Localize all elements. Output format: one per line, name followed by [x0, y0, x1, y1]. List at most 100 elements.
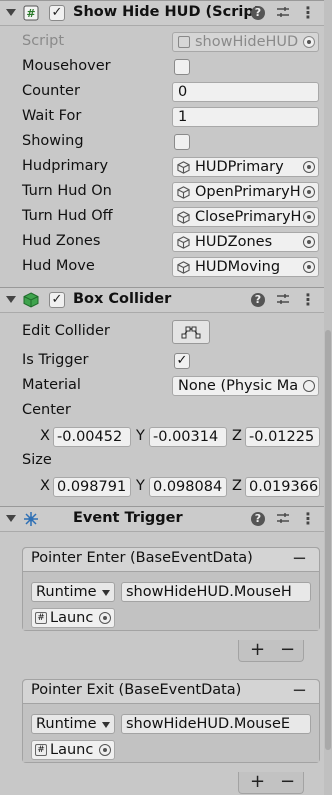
- material-label: Material: [22, 377, 81, 393]
- scrollbar-thumb[interactable]: [325, 330, 331, 750]
- kebab-menu-icon[interactable]: ⋮: [300, 292, 316, 308]
- wait-for-label: Wait For: [22, 108, 82, 124]
- gameobject-cube-icon: [177, 261, 190, 274]
- object-picker-icon[interactable]: [303, 186, 315, 198]
- script-hash-icon: #: [35, 612, 47, 624]
- hudprimary-field[interactable]: HUDPrimary: [172, 157, 319, 177]
- gameobject-cube-icon: [177, 236, 190, 249]
- target-object-field[interactable]: # Launc: [31, 608, 115, 628]
- help-icon[interactable]: ?: [251, 6, 265, 20]
- size-y-input[interactable]: 0.098084: [149, 477, 227, 497]
- center-x-label: X: [40, 428, 50, 444]
- object-picker-icon[interactable]: [303, 236, 315, 248]
- script-field: showHideHUD: [172, 32, 319, 52]
- size-x-label: X: [40, 478, 50, 494]
- turn-hud-on-field[interactable]: OpenPrimaryH: [172, 182, 319, 202]
- remove-event-button[interactable]: −: [292, 680, 307, 701]
- hud-zones-label: Hud Zones: [22, 233, 101, 249]
- center-y-input[interactable]: -0.00314: [149, 427, 227, 447]
- remove-event-button[interactable]: −: [292, 548, 307, 569]
- object-picker-icon[interactable]: [303, 211, 315, 223]
- dropdown-arrow-icon: [102, 722, 110, 728]
- size-x-input[interactable]: 0.098791: [53, 477, 131, 497]
- svg-text:#: #: [26, 7, 35, 20]
- event-trigger-icon: [23, 511, 39, 527]
- presets-icon[interactable]: [275, 511, 291, 527]
- event-entry-header: Pointer Enter (BaseEventData) −: [23, 548, 319, 572]
- component-title: Show Hide HUD (Script: [73, 4, 261, 20]
- remove-listener-button[interactable]: −: [280, 639, 295, 660]
- add-listener-button[interactable]: +: [250, 639, 265, 660]
- center-x-input[interactable]: -0.00452: [53, 427, 131, 447]
- hud-move-field[interactable]: HUDMoving: [172, 257, 319, 277]
- hud-zones-field[interactable]: HUDZones: [172, 232, 319, 252]
- event-entry-body: Runtime showHideHUD.MouseE # Launc: [23, 704, 319, 762]
- runtime-mode-dropdown[interactable]: Runtime: [31, 582, 115, 602]
- hudprimary-label: Hudprimary: [22, 158, 109, 174]
- remove-listener-button[interactable]: −: [280, 771, 295, 792]
- add-listener-button[interactable]: +: [250, 771, 265, 792]
- gameobject-cube-icon: [177, 211, 190, 224]
- green-cube-icon: [23, 292, 39, 308]
- presets-icon[interactable]: [275, 292, 291, 308]
- dropdown-arrow-icon: [102, 590, 110, 596]
- add-remove-controls: + −: [238, 771, 304, 794]
- is-trigger-label: Is Trigger: [22, 352, 89, 368]
- edit-collider-button[interactable]: [172, 320, 210, 344]
- vertical-scrollbar[interactable]: [324, 0, 332, 795]
- hash-script-icon: #: [23, 5, 39, 21]
- mousehover-checkbox[interactable]: [174, 59, 190, 75]
- center-label: Center: [22, 402, 71, 418]
- kebab-menu-icon[interactable]: ⋮: [300, 5, 316, 21]
- target-object-field[interactable]: # Launc: [31, 740, 115, 760]
- function-dropdown[interactable]: showHideHUD.MouseH: [121, 582, 311, 602]
- wait-for-input[interactable]: 1: [172, 107, 319, 127]
- center-z-label: Z: [232, 428, 242, 444]
- pointer-exit-event: Pointer Exit (BaseEventData) − Runtime s…: [22, 679, 320, 763]
- inspector-panel: # ✓ Show Hide HUD (Script ? ⋮ Script sho…: [0, 0, 324, 795]
- object-picker-icon[interactable]: [99, 612, 111, 624]
- turn-hud-off-field[interactable]: ClosePrimaryH: [172, 207, 319, 227]
- component-title: Event Trigger: [73, 510, 183, 526]
- material-field[interactable]: None (Physic Ma: [172, 376, 319, 396]
- gameobject-cube-icon: [177, 186, 190, 199]
- size-z-input[interactable]: 0.019366: [245, 477, 320, 497]
- foldout-arrow-icon[interactable]: [6, 9, 16, 16]
- edit-collider-label: Edit Collider: [22, 323, 110, 339]
- help-icon[interactable]: ?: [251, 512, 265, 526]
- turn-hud-off-label: Turn Hud Off: [22, 208, 113, 224]
- object-picker-icon[interactable]: [303, 380, 315, 392]
- kebab-menu-icon[interactable]: ⋮: [300, 511, 316, 527]
- event-entry-body: Runtime showHideHUD.MouseH # Launc: [23, 572, 319, 630]
- turn-hud-on-label: Turn Hud On: [22, 183, 112, 199]
- box-collider-header[interactable]: ✓ Box Collider ? ⋮: [0, 287, 324, 313]
- center-z-input[interactable]: -0.01225: [245, 427, 320, 447]
- function-dropdown[interactable]: showHideHUD.MouseE: [121, 714, 311, 734]
- foldout-arrow-icon[interactable]: [6, 296, 16, 303]
- mousehover-label: Mousehover: [22, 58, 111, 74]
- script-label: Script: [22, 33, 65, 49]
- is-trigger-checkbox[interactable]: ✓: [174, 353, 190, 369]
- pointer-enter-event: Pointer Enter (BaseEventData) − Runtime …: [22, 547, 320, 631]
- size-z-label: Z: [232, 478, 242, 494]
- add-remove-controls: + −: [238, 639, 304, 662]
- event-trigger-header[interactable]: Event Trigger ? ⋮: [0, 506, 324, 532]
- foldout-arrow-icon[interactable]: [6, 515, 16, 522]
- showing-checkbox[interactable]: [174, 134, 190, 150]
- help-icon[interactable]: ?: [251, 293, 265, 307]
- object-picker-icon[interactable]: [303, 161, 315, 173]
- center-y-label: Y: [136, 428, 145, 444]
- object-picker-icon[interactable]: [99, 744, 111, 756]
- counter-input[interactable]: 0: [172, 82, 319, 102]
- edit-collider-icon: [181, 326, 201, 339]
- runtime-mode-dropdown[interactable]: Runtime: [31, 714, 115, 734]
- show-hide-hud-header[interactable]: # ✓ Show Hide HUD (Script ? ⋮: [0, 0, 324, 26]
- size-label: Size: [22, 452, 52, 468]
- event-entry-header: Pointer Exit (BaseEventData) −: [23, 680, 319, 704]
- object-picker-icon[interactable]: [303, 261, 315, 273]
- object-picker-icon: [303, 36, 315, 48]
- presets-icon[interactable]: [275, 5, 291, 21]
- component-enabled-checkbox[interactable]: ✓: [49, 5, 65, 21]
- event-entry-title: Pointer Exit (BaseEventData): [31, 682, 242, 698]
- component-enabled-checkbox[interactable]: ✓: [49, 292, 65, 308]
